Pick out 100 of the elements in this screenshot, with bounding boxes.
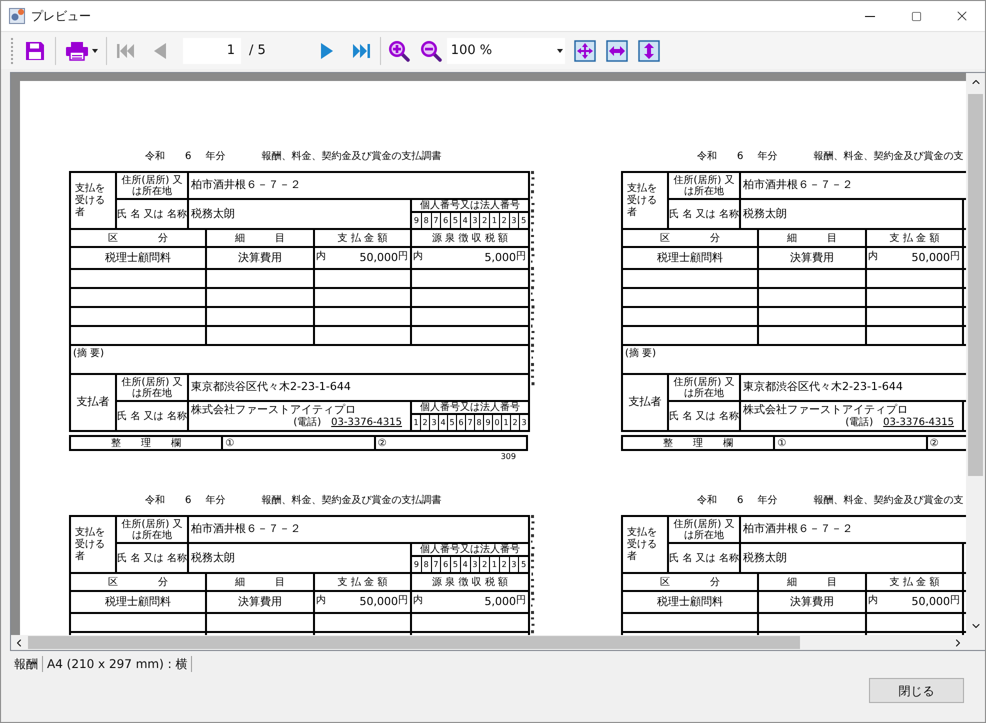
- scrollbar-thumb[interactable]: [28, 636, 800, 649]
- row-heading: 支払者: [70, 374, 116, 431]
- column-header: 支 払 金 額: [866, 229, 963, 247]
- digit-cell: 2: [510, 415, 519, 430]
- field-label: 氏 名 又は 名称: [668, 401, 740, 431]
- currency-unit: 円: [398, 596, 408, 606]
- amount-value: 50,000: [360, 596, 398, 607]
- currency-unit: 円: [950, 596, 960, 606]
- digit-cell: 9: [483, 415, 492, 430]
- era-label: 令和: [145, 151, 165, 163]
- digit-cell: 6: [440, 557, 450, 572]
- digit-cell: 7: [430, 213, 440, 228]
- year-value: 6: [185, 495, 192, 507]
- number-label: 個人番号又は法人番号: [412, 544, 528, 557]
- year-suffix: 年分: [757, 151, 778, 163]
- printer-icon: [64, 40, 88, 62]
- close-dialog-button[interactable]: 閉じる: [869, 678, 964, 703]
- digit-cell: 2: [420, 415, 429, 430]
- digit-cell: 5: [450, 213, 460, 228]
- horizontal-arrows-icon: [606, 40, 628, 62]
- digit-cell: 3: [519, 415, 528, 430]
- zoom-in-icon: [386, 38, 411, 62]
- number-label: 個人番号又は法人番号: [412, 402, 528, 415]
- phone-number: 03-3376-4315: [883, 417, 954, 429]
- amount-prefix: 内: [316, 596, 326, 606]
- amount-prefix: 内: [413, 596, 423, 606]
- page-code: 309: [500, 453, 516, 461]
- table-cell: 決算費用: [758, 591, 866, 613]
- field-label: 住所(居所) 又は所在地: [668, 516, 740, 543]
- remarks-label: (摘 要): [72, 348, 104, 359]
- table-cell: 柏市酒井根６－７－２: [188, 172, 530, 199]
- table-cell: 税務太朗: [188, 199, 411, 229]
- row-heading: 整 理 欄: [70, 436, 222, 450]
- digit-cell: 1: [489, 213, 499, 228]
- digit-cell: 5: [518, 557, 528, 572]
- payer-name: 株式会社ファーストアイティプロ: [743, 403, 908, 416]
- digit-cell: 6: [440, 213, 450, 228]
- digit-cell: 1: [489, 557, 499, 572]
- field-label: 氏 名 又は 名称: [116, 543, 188, 573]
- digit-cell: 8: [420, 213, 430, 228]
- column-header: 区 分: [70, 229, 206, 247]
- era-label: 令和: [697, 495, 717, 507]
- field-label: 住所(居所) 又は所在地: [116, 516, 188, 543]
- digit-cell: 2: [479, 213, 489, 228]
- field-label: 氏 名 又は 名称: [668, 199, 740, 229]
- table-cell: ①: [774, 436, 927, 450]
- digit-cell: 3: [508, 557, 518, 572]
- amount-value: 5,000: [484, 596, 516, 607]
- row-heading: 支払を受ける者: [622, 516, 668, 573]
- caret-icon: [92, 48, 98, 52]
- column-header: 細 目: [758, 229, 866, 247]
- four-arrows-icon: [574, 40, 596, 62]
- digit-cell: 8: [474, 415, 483, 430]
- triangle-right-icon: [318, 42, 335, 60]
- page-number-field[interactable]: 1: [183, 38, 241, 64]
- year-suffix: 年分: [757, 495, 778, 507]
- column-header: 区 分: [622, 573, 758, 591]
- digit-cell: 2: [479, 557, 489, 572]
- skip-back-icon: [116, 42, 136, 60]
- column-header: 細 目: [758, 573, 866, 591]
- remarks-label: (摘 要): [624, 348, 656, 359]
- field-label: 住所(居所) 又は所在地: [668, 374, 740, 401]
- row-heading: 支払者: [622, 374, 668, 431]
- digit-cell: 3: [470, 557, 480, 572]
- zoom-out-icon: [418, 38, 443, 62]
- field-label: 氏 名 又は 名称: [668, 543, 740, 573]
- form-title: 報酬、料金、契約金及び賞金の支払調書: [261, 151, 442, 163]
- year-suffix: 年分: [205, 151, 226, 163]
- table-cell: 税務太朗: [740, 543, 963, 573]
- digit-cell: 7: [430, 557, 440, 572]
- status-text: 報酬: [13, 656, 39, 673]
- amount-value: 50,000: [912, 596, 950, 607]
- year-value: 6: [185, 151, 192, 163]
- table-cell: 決算費用: [758, 247, 866, 269]
- column-header: 支 払 金 額: [314, 229, 411, 247]
- amount-prefix: 内: [868, 596, 878, 606]
- table-cell: 税理士顧問料: [622, 591, 758, 613]
- field-label: 住所(居所) 又は所在地: [116, 374, 188, 401]
- phone-number: 03-3376-4315: [331, 417, 402, 429]
- digit-cell: 3: [508, 213, 518, 228]
- window-title: プレビュー: [31, 8, 91, 25]
- amount-value: 50,000: [360, 252, 398, 263]
- field-label: 氏 名 又は 名称: [116, 401, 188, 431]
- column-header: 細 目: [206, 573, 314, 591]
- vertical-arrows-icon: [638, 40, 660, 62]
- zoom-dropdown[interactable]: 100 %: [446, 38, 565, 64]
- amount-prefix: 内: [316, 252, 326, 262]
- table-cell: 税務太朗: [188, 543, 411, 573]
- field-label: 氏 名 又は 名称: [116, 199, 188, 229]
- digit-cell-text: 1: [412, 416, 420, 428]
- scrollbar-thumb[interactable]: [968, 94, 983, 476]
- phone-label: (電話): [845, 417, 874, 429]
- table-cell: 柏市酒井根６－７－２: [188, 516, 530, 543]
- row-heading: 支払を受ける者: [622, 172, 668, 229]
- table-cell: 決算費用: [206, 247, 314, 269]
- triangle-left-icon: [152, 42, 168, 60]
- amount-prefix: 内: [413, 252, 423, 262]
- digit-cell-text: 9: [412, 214, 420, 226]
- amount-prefix: 内: [868, 252, 878, 262]
- table-cell: ②: [374, 436, 527, 450]
